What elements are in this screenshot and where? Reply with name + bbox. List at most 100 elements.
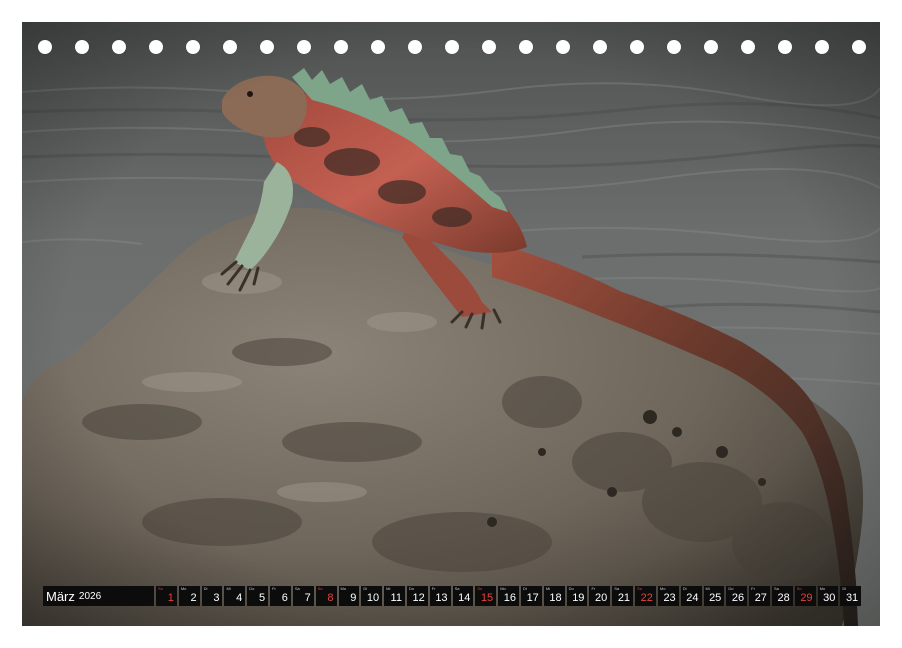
day-number: 12 (412, 592, 425, 604)
day-cell: Di 10 (361, 586, 383, 606)
day-number: 15 (480, 592, 494, 604)
day-weekday: Do (408, 586, 415, 591)
day-cell: Do 19 (566, 586, 588, 606)
day-number: 16 (503, 592, 516, 604)
day-number: 7 (304, 592, 311, 604)
day-number: 26 (731, 592, 745, 604)
day-number: 3 (213, 592, 220, 604)
day-number: 21 (617, 592, 631, 604)
day-cell: Mi 4 (224, 586, 246, 606)
day-weekday: Do (249, 586, 255, 591)
iguana-photo (22, 22, 880, 626)
day-number: 10 (366, 592, 380, 604)
day-cell: Mi 18 (543, 586, 565, 606)
day-weekday: Sa (454, 586, 460, 591)
day-number: 31 (845, 592, 859, 604)
day-number: 23 (663, 592, 676, 604)
day-weekday: Mi (705, 586, 710, 591)
day-cell: Sa 14 (452, 586, 474, 606)
day-number: 1 (167, 592, 174, 604)
day-cell: So 8 (315, 586, 337, 606)
day-cell: Sa 7 (292, 586, 314, 606)
photo-vignette (22, 22, 880, 626)
day-number: 22 (640, 592, 653, 604)
calendar-page: März 2026 So 1 Mo 2 Di 3 Mi 4 Do 5 Fr 6 Sa 7 So 8 Mo 9 Di 1… (0, 0, 902, 648)
day-cell: Di 24 (680, 586, 702, 606)
month-name: März (46, 588, 75, 604)
day-number: 27 (754, 592, 767, 604)
day-cell: Mo 16 (498, 586, 519, 606)
day-number: 5 (258, 592, 266, 604)
day-weekday: Do (568, 586, 574, 591)
day-cell: So 22 (635, 586, 656, 606)
day-number: 30 (823, 592, 836, 604)
day-number: 20 (595, 592, 608, 604)
day-cell: So 29 (794, 586, 816, 606)
day-weekday: Fr (751, 586, 755, 591)
day-weekday: Mo (819, 586, 826, 591)
day-number: 8 (327, 592, 334, 604)
day-number: 18 (549, 592, 562, 604)
day-weekday: Sa (614, 586, 620, 591)
day-weekday: Fr (431, 586, 436, 591)
day-cell: Mi 25 (703, 586, 725, 606)
day-weekday: Mo (500, 586, 506, 591)
day-weekday: Fr (272, 586, 276, 591)
day-number: 25 (709, 592, 722, 604)
day-weekday: Sa (294, 586, 300, 591)
day-cell: Mi 11 (384, 586, 405, 606)
day-cell: So 1 (156, 586, 177, 606)
day-weekday: Di (203, 586, 208, 591)
day-weekday: Fr (591, 586, 596, 591)
day-number: 17 (526, 592, 539, 604)
day-number: 13 (435, 592, 448, 604)
day-weekday: Di (682, 586, 687, 591)
day-weekday: So (158, 586, 163, 591)
day-weekday: So (796, 586, 802, 591)
day-cell: Sa 28 (771, 586, 793, 606)
day-cell: Fr 13 (429, 586, 451, 606)
month-year: 2026 (78, 590, 102, 602)
day-cell: Sa 21 (612, 586, 634, 606)
day-number: 6 (281, 592, 288, 604)
day-number: 11 (390, 592, 402, 604)
day-weekday: Di (523, 586, 527, 591)
day-cell: Di 31 (840, 586, 862, 606)
day-weekday: So (477, 586, 483, 591)
day-cell: Do 12 (406, 586, 428, 606)
day-weekday: Do (728, 586, 734, 591)
month-label: März 2026 (43, 586, 154, 606)
day-cell: So 15 (475, 586, 497, 606)
day-weekday: Di (842, 586, 847, 591)
day-weekday: So (637, 586, 642, 591)
day-weekday: Mi (386, 586, 391, 591)
day-number: 28 (777, 592, 790, 604)
day-number: 9 (350, 592, 357, 604)
day-number: 29 (800, 592, 813, 604)
day-cell: Mo 23 (657, 586, 679, 606)
day-cell: Mo 30 (817, 586, 839, 606)
day-cell: Fr 6 (270, 586, 291, 606)
day-number: 4 (236, 592, 243, 604)
day-cell: Fr 20 (589, 586, 611, 606)
day-cell: Do 5 (247, 586, 269, 606)
day-weekday: Mo (180, 586, 187, 591)
day-cell: Mo 9 (338, 586, 360, 606)
day-number: 14 (458, 592, 471, 604)
day-weekday: Mi (226, 586, 231, 591)
calendar-strip: März 2026 So 1 Mo 2 Di 3 Mi 4 Do 5 Fr 6 Sa 7 So 8 Mo 9 Di 1… (43, 586, 862, 606)
day-weekday: Mi (545, 586, 551, 591)
day-cell: Mo 2 (178, 586, 200, 606)
day-weekday: Mo (659, 586, 666, 591)
day-weekday: Di (363, 586, 368, 591)
day-weekday: Mo (340, 586, 347, 591)
day-cells: So 1 Mo 2 Di 3 Mi 4 Do 5 Fr 6 Sa 7 So 8 Mo 9 Di 10 Mi 11 Do 12 F… (156, 586, 862, 606)
day-number: 19 (572, 592, 585, 604)
day-cell: Di 17 (521, 586, 542, 606)
day-weekday: Sa (773, 586, 779, 591)
day-cell: Do 26 (726, 586, 748, 606)
day-cell: Fr 27 (749, 586, 770, 606)
day-number: 2 (190, 592, 197, 604)
day-weekday: So (317, 586, 323, 591)
day-cell: Di 3 (201, 586, 223, 606)
